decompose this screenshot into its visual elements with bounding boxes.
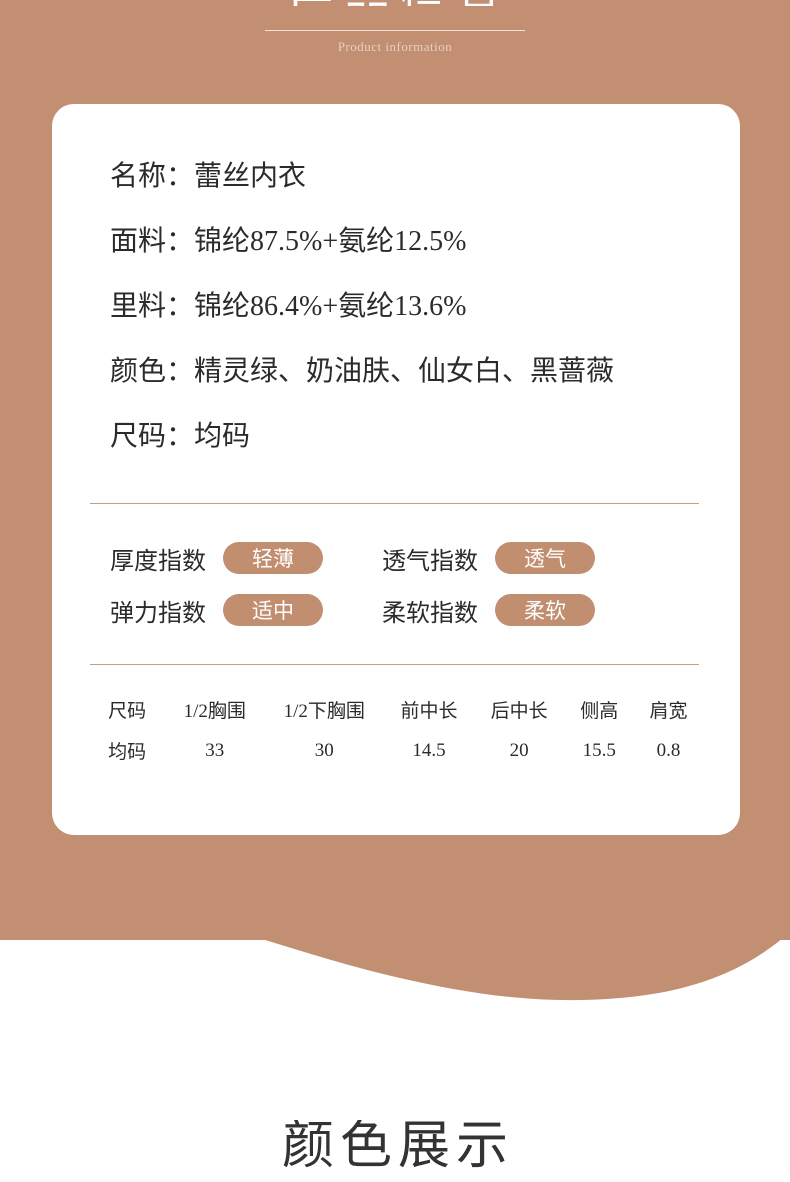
table-header-cell: 肩宽 [649, 701, 688, 722]
index-label: 柔软指数 [382, 600, 478, 627]
index-label: 弹力指数 [110, 600, 206, 627]
table-header-cell: 1/2下胸围 [283, 701, 365, 722]
table-header-cell: 前中长 [400, 701, 458, 722]
index-badge: 适中 [223, 594, 323, 626]
index-badge: 柔软 [495, 594, 595, 626]
index-badge: 透气 [495, 542, 595, 574]
index-cell-elasticity: 弹力指数 适中 [52, 593, 382, 628]
table-cell: 14.5 [412, 739, 446, 761]
spec-row-lining: 里料：锦纶86.4%+氨纶13.6% [110, 292, 614, 322]
table-header-cell: 侧高 [580, 701, 619, 722]
index-cell-thickness: 厚度指数 轻薄 [52, 541, 382, 576]
table-header-row: 尺码 1/2胸围 1/2下胸围 前中长 后中长 侧高 肩宽 [90, 689, 702, 730]
table-header-cell: 尺码 [108, 701, 147, 722]
page-title: 产品信息 [0, 0, 790, 6]
spec-label: 里料： [110, 291, 195, 322]
spec-value: 蕾丝内衣 [194, 161, 307, 192]
spec-row-color: 颜色：精灵绿、奶油肤、仙女白、黑蔷薇 [110, 357, 614, 387]
spec-value: 锦纶86.4%+氨纶13.6% [194, 291, 467, 322]
wave-divider-shape [0, 890, 790, 1001]
table-cell: 30 [314, 739, 334, 761]
table-row: 均码 33 30 14.5 20 15.5 0.8 [90, 730, 702, 771]
table-cell: 20 [509, 739, 529, 761]
spec-row-name: 名称：蕾丝内衣 [110, 162, 614, 192]
table-cell: 均码 [108, 742, 147, 763]
index-label: 厚度指数 [110, 548, 206, 575]
spec-label: 尺码： [110, 421, 195, 452]
index-cell-softness: 柔软指数 柔软 [382, 593, 595, 628]
table-cell: 15.5 [582, 739, 616, 761]
header-underline [265, 30, 525, 31]
table-header-cell: 1/2胸围 [183, 701, 246, 722]
spec-label: 颜色： [110, 356, 195, 387]
index-row: 厚度指数 轻薄 透气指数 透气 [52, 532, 740, 584]
spec-value: 锦纶87.5%+氨纶12.5% [194, 226, 467, 257]
table-cell: 33 [205, 739, 225, 761]
index-row: 弹力指数 适中 柔软指数 柔软 [52, 584, 740, 636]
index-grid: 厚度指数 轻薄 透气指数 透气 弹力指数 适中 柔软指数 柔软 [52, 532, 740, 636]
table-cell: 0.8 [656, 739, 681, 761]
spec-value: 均码 [194, 421, 251, 452]
page-header: 产品信息 Product information [0, 0, 790, 55]
spec-list: 名称：蕾丝内衣 面料：锦纶87.5%+氨纶12.5% 里料：锦纶86.4%+氨纶… [110, 162, 614, 452]
spec-label: 面料： [110, 226, 195, 257]
index-cell-breathability: 透气指数 透气 [382, 541, 595, 576]
spec-label: 名称： [110, 161, 195, 192]
index-label: 透气指数 [382, 548, 478, 575]
table-header-cell: 后中长 [490, 701, 548, 722]
size-chart-table: 尺码 1/2胸围 1/2下胸围 前中长 后中长 侧高 肩宽 均码 33 30 1… [90, 689, 702, 771]
page-subtitle: Product information [337, 39, 453, 54]
divider-top [90, 503, 699, 504]
spec-value: 精灵绿、奶油肤、仙女白、黑蔷薇 [194, 356, 615, 387]
color-showcase-title: 颜色展示 [281, 1120, 514, 1175]
product-info-card: 名称：蕾丝内衣 面料：锦纶87.5%+氨纶12.5% 里料：锦纶86.4%+氨纶… [52, 104, 740, 835]
divider-bottom [90, 664, 699, 665]
index-badge: 轻薄 [223, 542, 323, 574]
spec-row-fabric: 面料：锦纶87.5%+氨纶12.5% [110, 227, 614, 257]
spec-row-size: 尺码：均码 [110, 422, 614, 452]
